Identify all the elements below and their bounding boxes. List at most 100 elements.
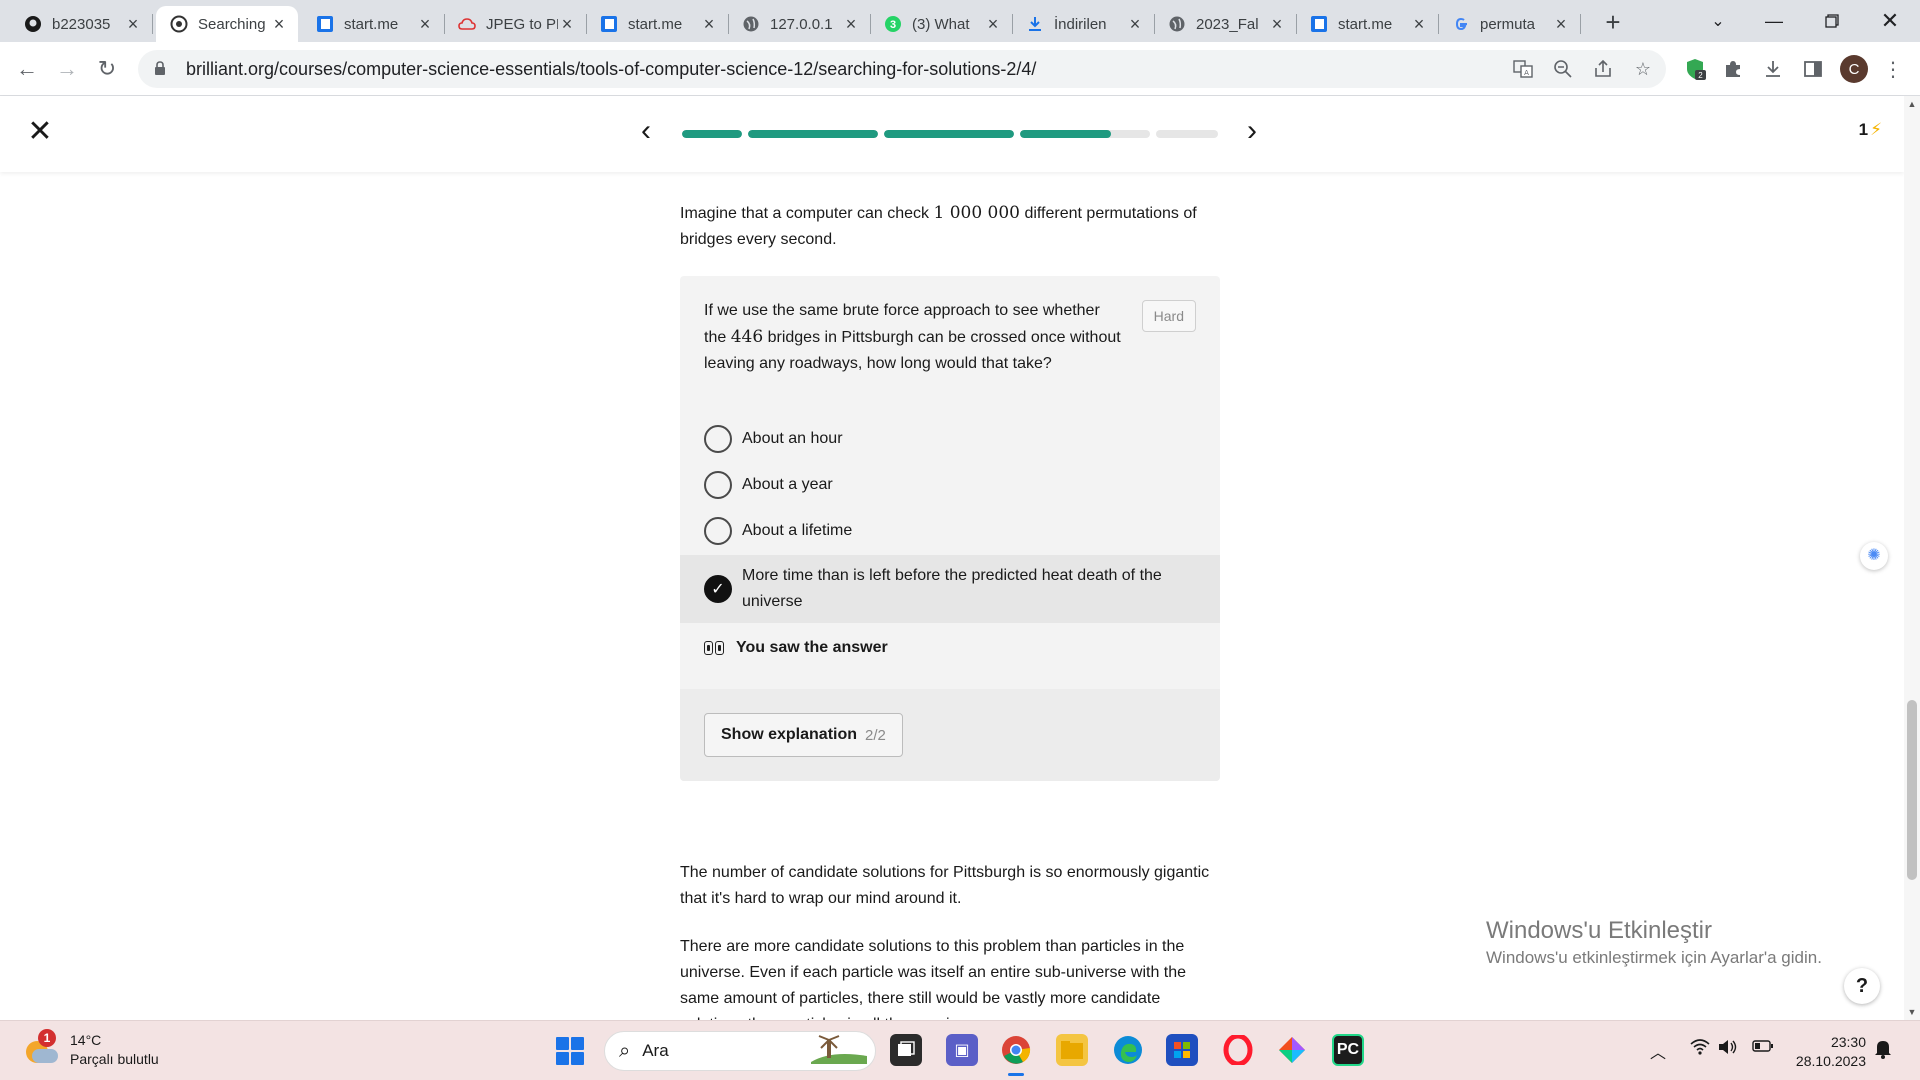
tab-close-icon[interactable]: ×: [416, 15, 434, 33]
radio-button[interactable]: [704, 471, 732, 499]
search-highlight-icon: [811, 1034, 867, 1069]
assistant-spiral-icon[interactable]: ✺: [1860, 542, 1888, 570]
tab-close-icon[interactable]: ×: [700, 15, 718, 33]
file-explorer-icon[interactable]: [1056, 1034, 1088, 1066]
tab-startme-3[interactable]: start.me ×: [1296, 6, 1439, 42]
tab-github[interactable]: b223035 ×: [10, 6, 153, 42]
downloads-icon[interactable]: [1760, 56, 1786, 82]
streak-counter: 1 ⚡: [1859, 120, 1882, 140]
tab-separator: [1580, 14, 1581, 34]
search-icon: ⌕: [619, 1039, 631, 1062]
scrollbar-thumb[interactable]: [1907, 700, 1917, 880]
weather-description: Parçalı bulutlu: [70, 1051, 159, 1067]
page-scrollbar[interactable]: ▲ ▼: [1904, 96, 1920, 1020]
tab-2023-fall[interactable]: 2023_Fal ×: [1154, 6, 1297, 42]
next-step-chevron-icon[interactable]: ›: [1240, 116, 1264, 146]
battery-icon[interactable]: [1752, 1039, 1774, 1058]
tab-jpeg-to-pdf[interactable]: JPEG to PDF ×: [444, 6, 587, 42]
tab-search-chevron-icon[interactable]: ⌄: [1690, 0, 1746, 42]
scroll-up-arrow-icon[interactable]: ▲: [1904, 96, 1920, 112]
progress-segment: [748, 130, 878, 138]
task-view-icon[interactable]: [890, 1034, 922, 1066]
show-hidden-icons-chevron-icon[interactable]: ︿: [1650, 1039, 1666, 1063]
answer-status: You saw the answer: [704, 639, 888, 657]
previous-step-chevron-icon[interactable]: ‹: [634, 116, 658, 146]
help-button[interactable]: ?: [1844, 968, 1880, 1004]
tab-localhost[interactable]: 127.0.0.1 ×: [728, 6, 871, 42]
answer-option-3[interactable]: About a lifetime: [680, 508, 1220, 554]
progress-segment-fill: [1020, 130, 1111, 138]
answer-option-4[interactable]: ✓ More time than is left before the pred…: [680, 555, 1220, 623]
chrome-icon[interactable]: [1000, 1034, 1032, 1076]
close-lesson-button[interactable]: ✕: [26, 117, 54, 147]
notification-bell-icon[interactable]: [1874, 1039, 1892, 1064]
tab-close-icon[interactable]: ×: [1552, 15, 1570, 33]
tab-close-icon[interactable]: ×: [1268, 15, 1286, 33]
explanation-count: 2/2: [865, 726, 886, 744]
back-button[interactable]: ←: [12, 54, 42, 84]
opera-icon[interactable]: [1222, 1034, 1254, 1066]
tab-downloads[interactable]: İndirilen ×: [1012, 6, 1155, 42]
taskbar-search-placeholder: Ara: [642, 1041, 669, 1060]
forward-button[interactable]: →: [52, 54, 82, 84]
pycharm-icon[interactable]: PC: [1332, 1034, 1364, 1066]
zoom-icon[interactable]: [1550, 56, 1576, 82]
scroll-down-arrow-icon[interactable]: ▼: [1904, 1004, 1920, 1020]
windows-taskbar: 1 14°C Parçalı bulutlu ⌕ Ara ▣ PC ︿ 23:3…: [0, 1020, 1920, 1080]
startme-icon: [600, 15, 618, 33]
tab-close-icon[interactable]: ×: [1126, 15, 1144, 33]
wifi-icon[interactable]: [1690, 1039, 1710, 1060]
bookmark-star-icon[interactable]: ☆: [1630, 56, 1656, 82]
git-app-icon[interactable]: [1276, 1034, 1308, 1066]
answer-option-1[interactable]: About an hour: [680, 416, 1220, 462]
tab-google-permutation[interactable]: permuta ×: [1438, 6, 1581, 42]
progress-segment: [682, 130, 742, 138]
system-clock[interactable]: 23:30 28.10.2023: [1790, 1033, 1866, 1071]
tab-title: JPEG to PDF: [486, 15, 558, 33]
answer-option-2[interactable]: About a year: [680, 462, 1220, 508]
github-icon: [24, 15, 42, 33]
share-icon[interactable]: [1590, 56, 1616, 82]
side-panel-icon[interactable]: [1800, 56, 1826, 82]
question-number: 446: [730, 327, 764, 347]
tab-whatsapp[interactable]: 3 (3) What ×: [870, 6, 1013, 42]
tab-close-icon[interactable]: ×: [124, 15, 142, 33]
store-icon[interactable]: [1166, 1034, 1198, 1066]
radio-button[interactable]: [704, 425, 732, 453]
tab-title: 127.0.0.1: [770, 15, 833, 33]
restore-button[interactable]: [1804, 0, 1860, 42]
reload-button[interactable]: ↻: [92, 54, 122, 84]
tab-startme-2[interactable]: start.me ×: [586, 6, 729, 42]
taskbar-search-box[interactable]: ⌕ Ara: [604, 1031, 876, 1071]
progress-segment: [1020, 130, 1150, 138]
brilliant-icon: [170, 15, 188, 33]
tab-close-icon[interactable]: ×: [842, 15, 860, 33]
browser-toolbar: ← → ↻ brilliant.org/courses/computer-sci…: [0, 42, 1920, 96]
weather-widget[interactable]: 1 14°C Parçalı bulutlu: [24, 1029, 159, 1069]
windows-start-button[interactable]: [556, 1037, 584, 1065]
volume-icon[interactable]: [1718, 1039, 1738, 1060]
extensions-puzzle-icon[interactable]: [1720, 56, 1746, 82]
translate-icon[interactable]: A: [1510, 56, 1536, 82]
close-window-button[interactable]: ✕: [1862, 0, 1918, 42]
show-explanation-button[interactable]: Show explanation 2/2: [704, 713, 903, 757]
extension-shield-icon[interactable]: 2: [1682, 56, 1708, 82]
tab-close-icon[interactable]: ×: [558, 15, 576, 33]
edge-icon[interactable]: [1112, 1034, 1144, 1066]
new-tab-button[interactable]: +: [1598, 8, 1628, 38]
answer-status-text: You saw the answer: [736, 639, 888, 656]
tab-startme-1[interactable]: start.me ×: [302, 6, 445, 42]
watermark-subtitle: Windows'u etkinleştirmek için Ayarlar'a …: [1486, 948, 1822, 967]
teams-chat-icon[interactable]: ▣: [946, 1034, 978, 1066]
tab-close-icon[interactable]: ×: [1410, 15, 1428, 33]
checkmark-icon[interactable]: ✓: [704, 575, 732, 603]
tab-close-icon[interactable]: ×: [270, 15, 288, 33]
kebab-menu-icon[interactable]: ⋮: [1880, 56, 1906, 82]
tab-close-icon[interactable]: ×: [984, 15, 1002, 33]
lesson-progress-bar: [682, 130, 1218, 138]
profile-avatar[interactable]: C: [1840, 55, 1868, 83]
address-bar[interactable]: brilliant.org/courses/computer-science-e…: [138, 50, 1666, 88]
tab-searching[interactable]: Searching ×: [156, 6, 298, 42]
minimize-button[interactable]: —: [1746, 0, 1802, 42]
radio-button[interactable]: [704, 517, 732, 545]
